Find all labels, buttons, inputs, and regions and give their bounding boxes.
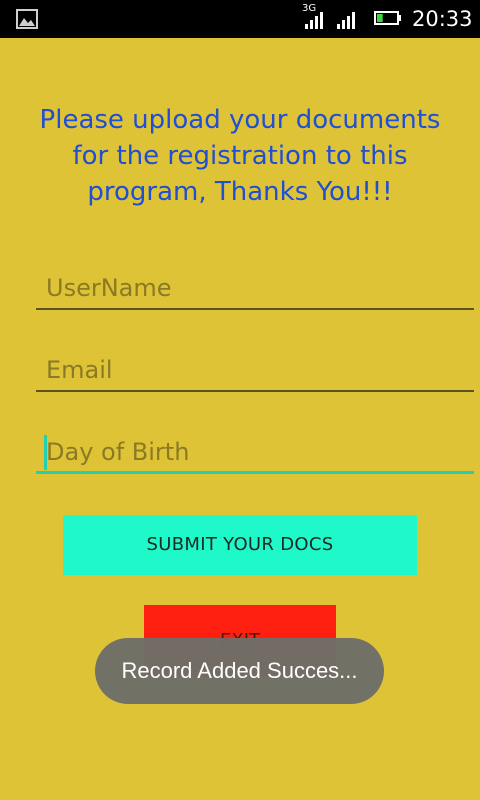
- signal-3g-icon: [305, 12, 323, 29]
- battery-icon: [374, 11, 401, 25]
- day-of-birth-hint: Day of Birth: [46, 438, 190, 466]
- email-hint: Email: [46, 356, 113, 384]
- username-hint: UserName: [46, 274, 172, 302]
- page-heading: Please upload your documents for the reg…: [39, 105, 441, 207]
- toast-message: Record Added Succes...: [95, 638, 384, 704]
- signal-strength-icon: [337, 12, 355, 29]
- status-bar: 3G 20:33: [0, 0, 480, 38]
- email-underline: [36, 390, 474, 392]
- status-clock: 20:33: [412, 7, 473, 31]
- username-underline: [36, 308, 474, 310]
- gallery-notification-icon: [16, 9, 38, 29]
- day-of-birth-underline: [36, 471, 474, 474]
- submit-docs-button[interactable]: SUBMIT YOUR DOCS: [63, 515, 417, 575]
